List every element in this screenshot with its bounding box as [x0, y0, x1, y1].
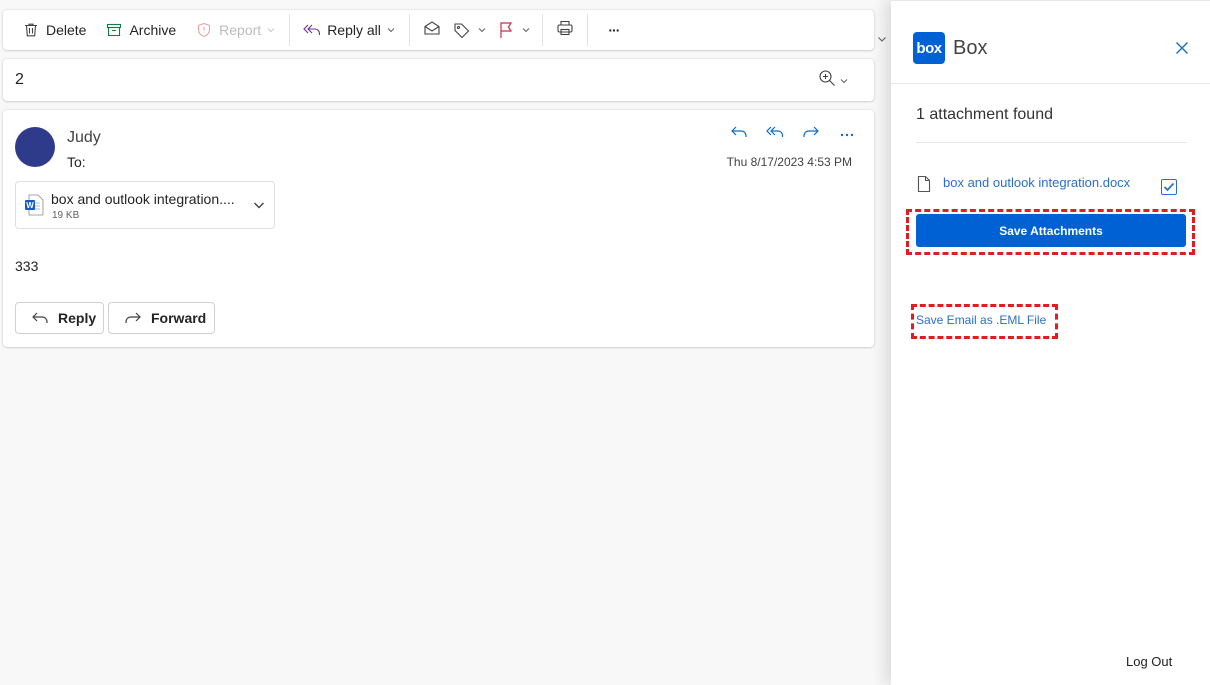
box-logo: box — [913, 32, 945, 64]
archive-label: Archive — [129, 22, 177, 38]
forward-action[interactable] — [793, 122, 829, 146]
sender-name[interactable]: Judy — [67, 129, 101, 147]
toolbar-divider — [586, 14, 588, 46]
archive-button[interactable]: Archive — [98, 14, 182, 46]
chevron-down-icon[interactable] — [385, 24, 397, 36]
reply-all-icon — [766, 124, 784, 145]
toolbar-divider — [541, 14, 543, 46]
avatar[interactable] — [15, 127, 55, 167]
toolbar-divider — [408, 14, 410, 46]
attachment-checkbox[interactable] — [1161, 179, 1177, 195]
report-label: Report — [219, 22, 262, 38]
message-body: 333 — [15, 258, 39, 274]
attachment-size: 19 KB — [52, 210, 80, 221]
svg-text:W: W — [26, 201, 34, 210]
subject-bar: 2 — [3, 59, 874, 101]
attachment-name: box and outlook integration.... — [51, 191, 235, 207]
save-email-eml-link[interactable]: Save Email as .EML File — [916, 313, 1046, 327]
attachment-card[interactable]: W box and outlook integration.... 19 KB — [15, 181, 275, 229]
reply-button[interactable]: Reply — [15, 302, 104, 334]
delete-label: Delete — [46, 22, 87, 38]
more-icon — [839, 125, 855, 143]
more-message-actions[interactable] — [829, 122, 865, 146]
forward-button[interactable]: Forward — [108, 302, 215, 334]
divider — [916, 142, 1187, 143]
reply-all-icon — [302, 20, 322, 40]
zoom-in-icon — [818, 69, 836, 92]
envelope-open-icon — [423, 20, 441, 41]
reply-all-action[interactable] — [757, 122, 793, 146]
message-card: Judy To: Thu 8/17/2023 4:53 PM W box and… — [3, 110, 874, 347]
printer-icon — [556, 19, 574, 42]
message-timestamp: Thu 8/17/2023 4:53 PM — [726, 155, 852, 169]
document-icon — [917, 175, 931, 198]
flag-icon — [496, 20, 516, 40]
report-button[interactable]: Report — [188, 14, 283, 46]
close-icon[interactable] — [1174, 40, 1190, 56]
reply-action[interactable] — [721, 122, 757, 146]
to-label: To: — [67, 154, 86, 170]
reply-icon — [30, 308, 50, 328]
delete-button[interactable]: Delete — [15, 14, 92, 46]
tag-icon — [452, 20, 472, 40]
archive-icon — [104, 20, 124, 40]
more-actions-button[interactable]: ··· — [594, 14, 634, 46]
shield-warning-icon — [194, 20, 214, 40]
chevron-down-icon[interactable] — [476, 24, 488, 36]
logout-link[interactable]: Log Out — [1126, 654, 1172, 669]
subject-title: 2 — [15, 71, 24, 88]
message-toolbar: Delete Archive Report Reply all ··· — [3, 10, 874, 50]
save-attachments-button[interactable]: Save Attachments — [916, 214, 1186, 247]
chevron-down-icon — [840, 77, 848, 85]
chevron-down-icon[interactable] — [520, 24, 532, 36]
attachments-found-text: 1 attachment found — [916, 106, 1053, 123]
more-icon: ··· — [608, 22, 620, 38]
panel-title: Box — [953, 37, 988, 59]
header-divider — [891, 83, 1210, 84]
box-addin-panel: box Box 1 attachment found box and outlo… — [891, 0, 1210, 685]
flag-button[interactable] — [492, 14, 536, 46]
toolbar-divider — [289, 14, 291, 46]
mail-reading-pane: Delete Archive Report Reply all ··· 2 Ju… — [0, 0, 891, 685]
attachment-file-link[interactable]: box and outlook integration.docx — [943, 175, 1130, 190]
trash-icon — [21, 20, 41, 40]
reply-all-button[interactable]: Reply all — [296, 14, 403, 46]
reply-all-label: Reply all — [327, 22, 381, 38]
chevron-down-icon[interactable] — [252, 198, 266, 217]
forward-icon — [802, 124, 820, 145]
reply-icon — [730, 124, 748, 145]
forward-icon — [123, 308, 143, 328]
reply-label: Reply — [58, 310, 97, 326]
chevron-down-icon[interactable] — [875, 32, 889, 46]
chevron-down-icon[interactable] — [265, 24, 277, 36]
print-button[interactable] — [549, 14, 581, 46]
categorize-button[interactable] — [448, 14, 492, 46]
word-document-icon: W — [24, 194, 44, 221]
message-actions — [721, 122, 865, 146]
mark-read-button[interactable] — [416, 14, 448, 46]
forward-label: Forward — [151, 310, 207, 326]
zoom-button[interactable] — [818, 69, 848, 92]
